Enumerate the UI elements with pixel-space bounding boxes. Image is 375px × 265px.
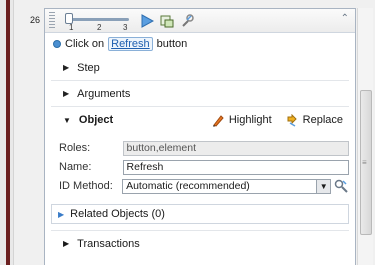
step-number: 26: [30, 15, 41, 25]
roles-field: button,element: [122, 140, 349, 156]
id-method-row: ID Method: Automatic (recommended) ▼: [59, 177, 349, 195]
object-picker-icon[interactable]: [333, 178, 349, 194]
roles-label: Roles:: [59, 142, 91, 154]
section-transactions[interactable]: ▶ Transactions: [51, 230, 349, 256]
name-field[interactable]: Refresh: [122, 159, 349, 175]
step-description-prefix: Click on: [65, 38, 105, 50]
highlight-button[interactable]: Highlight: [212, 114, 272, 127]
gutter-marker: [6, 0, 10, 265]
expand-triangle-icon: ▶: [58, 209, 65, 219]
name-label: Name:: [59, 161, 92, 173]
slider-tick-3: 3: [123, 23, 128, 32]
replace-button[interactable]: Replace: [286, 113, 343, 127]
slider-tick-1: 1: [69, 23, 74, 32]
collapse-triangle-icon: ▼: [63, 115, 71, 125]
section-arguments-label: Arguments: [77, 87, 131, 100]
expand-triangle-icon: ▶: [63, 89, 70, 98]
capture-icon[interactable]: [159, 13, 175, 29]
section-step[interactable]: ▶ Step: [51, 55, 349, 81]
id-method-value: Automatic (recommended): [126, 180, 250, 192]
related-objects-label: Related Objects (0): [70, 208, 165, 220]
highlight-icon: [212, 114, 224, 127]
replace-icon: [287, 113, 297, 127]
step-description-suffix: button: [156, 38, 188, 50]
section-object[interactable]: ▼ Object Highlight Replace: [51, 107, 349, 133]
chevron-down-icon[interactable]: ▼: [316, 179, 331, 193]
replace-label: Replace: [302, 114, 343, 126]
id-method-select[interactable]: Automatic (recommended) ▼: [122, 178, 332, 194]
panel-toolbar: 1 2 3 ⌃: [45, 9, 355, 33]
info-bullet-icon: [53, 40, 61, 48]
related-objects-section[interactable]: ▶ Related Objects (0): [51, 204, 349, 224]
play-icon[interactable]: [139, 13, 155, 29]
expand-triangle-icon: ▶: [63, 63, 70, 72]
slider-track: [67, 18, 129, 21]
section-step-label: Step: [77, 61, 100, 74]
highlight-label: Highlight: [228, 114, 272, 126]
expand-triangle-icon: ▶: [63, 239, 70, 248]
slider-tick-2: 2: [97, 23, 102, 32]
step-description: Click on Refresh button: [45, 33, 355, 55]
id-method-label: ID Method:: [59, 180, 113, 192]
vertical-scrollbar[interactable]: ≡: [357, 8, 373, 265]
scrollbar-grip-icon: ≡: [362, 158, 367, 167]
speed-slider[interactable]: 1 2 3: [63, 12, 133, 32]
roles-row: Roles: button,element: [59, 139, 349, 157]
left-gutter: [0, 0, 14, 265]
collapse-icon[interactable]: ⌃: [341, 13, 349, 24]
object-properties-form: Roles: button,element Name: Refresh ID M…: [51, 133, 349, 200]
step-details-panel: 1 2 3 ⌃ Click on Refresh button ▶ Step ▶…: [44, 8, 356, 265]
section-transactions-label: Transactions: [77, 237, 140, 250]
section-arguments[interactable]: ▶ Arguments: [51, 81, 349, 107]
section-object-label: Object: [78, 114, 114, 126]
target-object-link[interactable]: Refresh: [108, 37, 153, 51]
wrench-icon[interactable]: [179, 13, 195, 29]
drag-handle[interactable]: [49, 12, 55, 28]
name-row: Name: Refresh: [59, 158, 349, 176]
